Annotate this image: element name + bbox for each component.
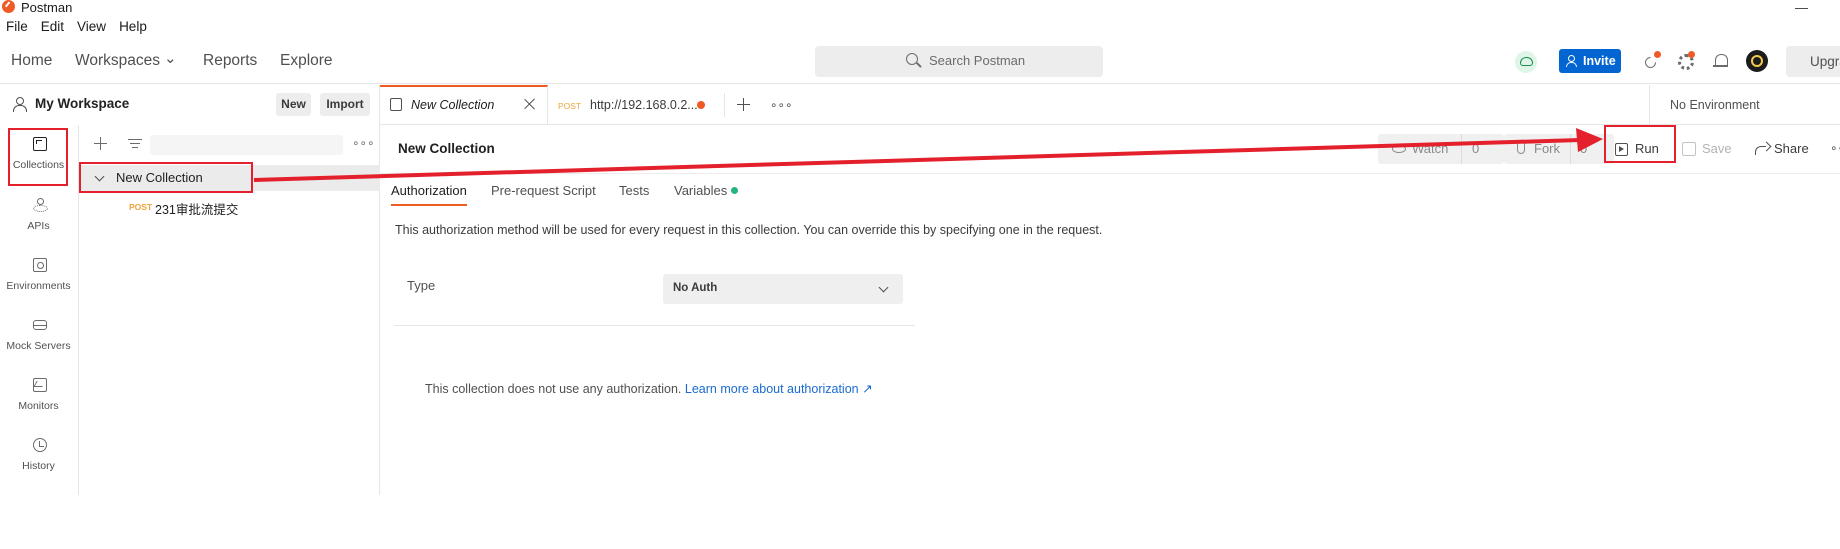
cloud-sync-icon[interactable]: [1515, 51, 1537, 73]
tab-label[interactable]: New Collection: [411, 98, 494, 112]
import-button[interactable]: Import: [320, 93, 370, 116]
menu-bar: File Edit View Help: [0, 18, 154, 36]
learn-more-link[interactable]: Learn more about authorization ↗: [685, 382, 873, 396]
window-title: Postman: [21, 0, 73, 15]
more-tabs-icon[interactable]: ∘∘∘: [770, 98, 793, 112]
minimize-button[interactable]: —: [1795, 0, 1808, 15]
plus-icon[interactable]: [94, 137, 107, 150]
title-bar: [0, 0, 1840, 16]
tab-tests[interactable]: Tests: [619, 183, 649, 198]
monitors-icon: [33, 378, 47, 392]
nav-workspaces[interactable]: Workspaces: [75, 52, 160, 70]
sidebar-item-label: History: [22, 460, 55, 472]
more-icon[interactable]: ∘∘∘: [352, 136, 375, 150]
mock-server-icon: [33, 320, 47, 330]
type-label: Type: [407, 278, 436, 293]
tab-pre-request-script[interactable]: Pre-request Script: [491, 183, 596, 198]
sidebar-item-label: APIs: [27, 220, 50, 232]
nav-home[interactable]: Home: [11, 52, 52, 70]
tab-authorization[interactable]: Authorization: [391, 183, 467, 198]
add-user-icon: [1566, 55, 1579, 67]
watch-count: 0: [1472, 141, 1480, 156]
collection-search-input[interactable]: [150, 135, 343, 155]
user-icon: [13, 97, 27, 112]
unsaved-dot: [697, 101, 705, 109]
divider: [1461, 134, 1462, 164]
annotation-box-run: [1604, 125, 1676, 163]
auth-description: This authorization method will be used f…: [395, 223, 1103, 237]
request-method-badge: POST: [558, 101, 582, 111]
chevron-down-icon[interactable]: ⌄: [164, 49, 177, 67]
nav-explore[interactable]: Explore: [280, 52, 333, 70]
postman-logo-icon: [2, 0, 15, 13]
search-placeholder: Search Postman: [929, 53, 1026, 68]
divider: [724, 93, 725, 117]
menu-help[interactable]: Help: [113, 18, 154, 36]
share-button[interactable]: Share: [1774, 141, 1809, 156]
share-icon: [1755, 142, 1769, 155]
workspace-name[interactable]: My Workspace: [35, 96, 129, 111]
menu-edit[interactable]: Edit: [35, 18, 71, 36]
fork-count: 0: [1580, 141, 1588, 156]
search-icon: [906, 53, 918, 65]
divider: [1649, 85, 1650, 125]
new-button[interactable]: New: [276, 93, 311, 116]
close-icon[interactable]: [524, 98, 536, 110]
tree-blank-area: [84, 222, 302, 406]
status-dot: [731, 187, 738, 194]
no-auth-message: This collection does not use any authori…: [425, 381, 873, 396]
divider: [380, 173, 1840, 174]
environments-icon: [33, 258, 47, 272]
collection-title: New Collection: [398, 141, 495, 156]
more-actions-icon[interactable]: ∘∘: [1830, 141, 1840, 155]
annotation-box-collections: [8, 128, 68, 186]
auth-type-value[interactable]: No Auth: [673, 282, 717, 294]
tab-request[interactable]: http://192.168.0.2...: [590, 98, 698, 112]
eye-icon: [1392, 145, 1406, 153]
collection-icon: [390, 98, 402, 111]
save-button[interactable]: Save: [1702, 141, 1732, 156]
menu-view[interactable]: View: [71, 18, 113, 36]
request-item[interactable]: 231审批流提交: [155, 199, 238, 218]
upgrade-button[interactable]: Upgra: [1786, 46, 1840, 77]
avatar[interactable]: [1746, 50, 1768, 72]
menu-file[interactable]: File: [0, 18, 35, 36]
filter-icon[interactable]: [128, 139, 142, 149]
environment-selector[interactable]: No Environment: [1670, 98, 1760, 112]
sidebar-item-label: Mock Servers: [6, 340, 71, 352]
satellite-icon[interactable]: [1642, 51, 1661, 70]
new-tab-icon[interactable]: [737, 98, 750, 111]
settings-icon[interactable]: [1676, 51, 1695, 70]
sidebar-item-label: Monitors: [18, 400, 59, 412]
sidebar-item-label: Environments: [6, 280, 71, 292]
nav-reports[interactable]: Reports: [203, 52, 257, 70]
tab-variables[interactable]: Variables: [674, 183, 727, 198]
annotation-box-new-collection: [79, 162, 253, 193]
fork-icon: [1517, 143, 1525, 154]
divider: [1570, 134, 1571, 164]
active-tab-indicator: [391, 204, 467, 206]
divider: [394, 325, 915, 326]
request-method-badge: POST: [129, 202, 153, 212]
apis-icon: [33, 198, 48, 212]
bell-icon[interactable]: [1712, 52, 1730, 70]
no-auth-text: This collection does not use any authori…: [425, 382, 682, 396]
history-icon: [33, 438, 47, 452]
save-icon: [1682, 142, 1696, 156]
